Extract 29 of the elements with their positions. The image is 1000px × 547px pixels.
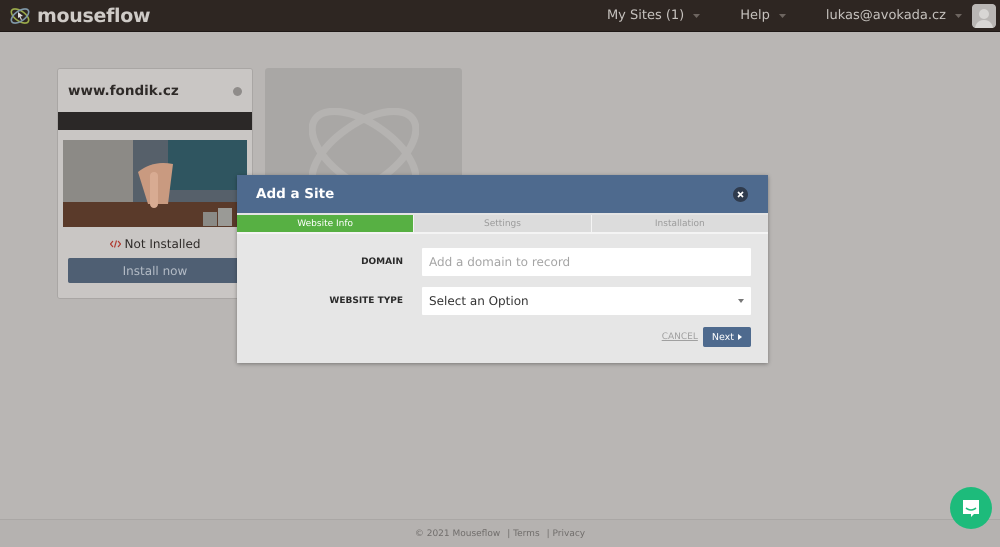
copyright-text: © 2021 Mouseflow <box>414 528 500 538</box>
nav-menu[interactable]: lukas@avokada.cz <box>826 8 946 23</box>
logo-text: mouseflow <box>37 4 150 26</box>
site-domain: www.fondik.cz <box>68 83 179 99</box>
website-type-dropdown[interactable]: Select an Option <box>422 287 751 315</box>
install-status: Not Installed <box>124 237 200 251</box>
avatar-icon[interactable] <box>972 4 996 28</box>
next-button[interactable]: Next <box>702 327 751 347</box>
field-label: WEBSITE TYPE <box>328 296 403 306</box>
arrow-icon <box>738 334 742 340</box>
caret-icon[interactable] <box>955 14 962 18</box>
caret-icon[interactable] <box>693 14 700 18</box>
nav-menu[interactable]: My Sites (1) <box>606 8 684 23</box>
domain-field[interactable]: Add a domain to record <box>422 248 751 276</box>
step-tab[interactable]: Website Info <box>237 215 414 232</box>
chat-icon[interactable] <box>950 487 992 529</box>
code-icon <box>110 240 121 248</box>
footer-link[interactable]: | Privacy <box>546 528 586 538</box>
caret-icon[interactable] <box>778 14 786 18</box>
status-dot <box>233 86 242 96</box>
close-icon[interactable] <box>733 186 748 202</box>
step-tab[interactable]: Installation <box>592 215 768 232</box>
field-label: DOMAIN <box>360 257 403 267</box>
footer-link[interactable]: | Terms <box>507 528 540 538</box>
nav-menu[interactable]: Help <box>740 8 770 23</box>
cancel-link[interactable]: CANCEL <box>662 332 698 342</box>
dialog-title: Add a Site <box>256 186 334 202</box>
caret-icon <box>738 299 744 303</box>
step-tab[interactable]: Settings <box>414 215 591 232</box>
